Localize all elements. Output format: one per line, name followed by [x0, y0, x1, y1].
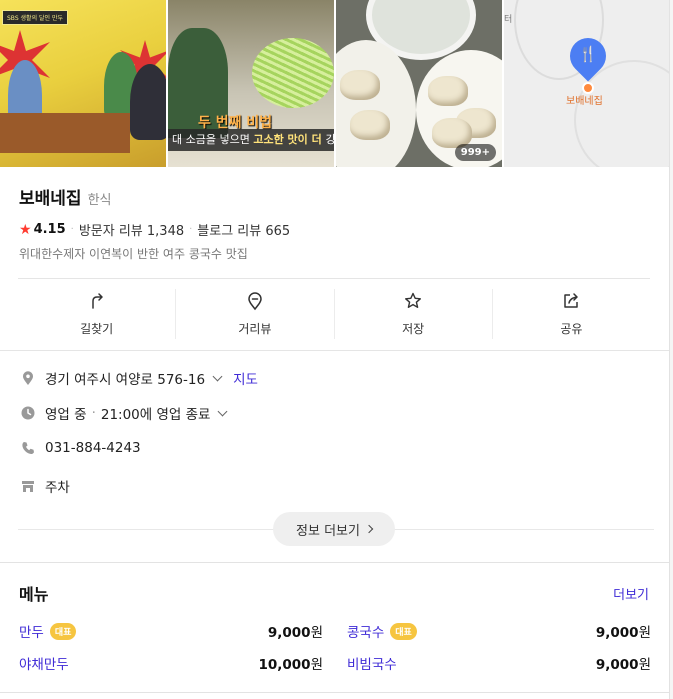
subtitle-highlight: 고소한 맛이 더 — [253, 133, 326, 146]
more-info-label: 정보 더보기 — [296, 523, 360, 539]
title-row: 보배네집 한식 — [19, 184, 111, 209]
clock-icon — [21, 406, 35, 420]
photo-count-badge[interactable]: 999+ — [454, 144, 496, 161]
rating-star-icon: ★ — [19, 221, 32, 238]
tv-show-tag: SBS 생활의 달인 만두 — [2, 10, 68, 25]
menu-item: 콩국수 대표 9,000원 — [347, 621, 651, 641]
map-pin[interactable]: 🍴 — [562, 30, 614, 82]
restaurant-icon: 🍴 — [578, 45, 598, 63]
plate — [336, 40, 416, 167]
place-category: 한식 — [87, 193, 112, 208]
menu-item-price: 9,000원 — [596, 653, 651, 673]
place-description: 위대한수제자 이연복이 반한 여주 콩국수 맛집 — [19, 247, 248, 261]
save-label: 저장 — [402, 322, 425, 336]
price-unit: 원 — [638, 625, 651, 641]
parking-text: 주차 — [45, 480, 70, 496]
map-edge-label: 터 — [504, 15, 513, 25]
signature-badge: 대표 — [390, 622, 417, 640]
divider — [18, 278, 650, 279]
dumpling — [350, 110, 390, 140]
address-text: 경기 여주시 여양로 576-16 — [45, 372, 206, 388]
open-status: 영업 중 — [45, 407, 87, 423]
menu-item-price: 9,000원 — [596, 621, 651, 641]
chevron-right-icon — [364, 524, 374, 534]
directions-label: 길찾기 — [80, 322, 114, 336]
street-view-icon — [248, 292, 262, 311]
photo-tv-show[interactable]: SBS 생활의 달인 만두 — [0, 0, 166, 167]
divider — [0, 692, 669, 693]
price-amount: 9,000 — [595, 625, 639, 641]
share-label: 공유 — [560, 322, 583, 336]
rating-value: 4.15 — [33, 222, 66, 237]
save-button[interactable]: 저장 — [333, 289, 492, 339]
menu-item: 비빔국수 9,000원 — [347, 653, 651, 673]
separator: · — [189, 224, 193, 235]
hours-row[interactable]: 영업 중 · 21:00에 영업 종료 — [20, 403, 228, 423]
place-panel: SBS 생활의 달인 만두 두 번째 비법 대 소금을 넣으면 고소한 맛이 더… — [0, 0, 670, 699]
price-amount: 9,000 — [595, 657, 639, 673]
chevron-down-icon[interactable] — [212, 371, 223, 381]
location-pin-icon — [23, 371, 33, 385]
menu-item-name[interactable]: 콩국수 — [347, 621, 384, 641]
action-bar: 길찾기 거리뷰 저장 공유 — [18, 289, 650, 339]
separator: · — [91, 405, 96, 421]
menu-item-name[interactable]: 만두 — [19, 621, 44, 641]
price-unit: 원 — [310, 657, 323, 673]
section-divider — [0, 562, 669, 563]
photo-dumplings[interactable]: 999+ — [336, 0, 502, 167]
menu-section-title: 메뉴 — [19, 585, 49, 604]
price-unit: 원 — [638, 657, 651, 673]
dumpling — [428, 76, 468, 106]
menu-item-name[interactable]: 야채만두 — [19, 653, 69, 673]
street-view-label: 거리뷰 — [238, 322, 272, 336]
menu-item-name[interactable]: 비빔국수 — [347, 653, 397, 673]
subtitle-part: 대 소금을 넣으면 — [172, 133, 254, 146]
directions-icon — [91, 293, 103, 309]
star-icon — [405, 292, 422, 308]
photo-strip: SBS 생활의 달인 만두 두 번째 비법 대 소금을 넣으면 고소한 맛이 더… — [0, 0, 669, 167]
blog-reviews-link[interactable]: 블로그 리뷰 665 — [197, 220, 290, 239]
parking-row: 주차 — [20, 476, 70, 496]
phone-icon — [22, 442, 34, 454]
more-info-button[interactable]: 정보 더보기 — [273, 512, 395, 546]
share-icon — [564, 293, 579, 308]
mini-map[interactable]: 터 🍴 보배네집 — [504, 0, 669, 167]
noodle-dish — [252, 38, 334, 108]
signature-badge: 대표 — [49, 622, 77, 640]
photo-noodles[interactable]: 두 번째 비법 대 소금을 넣으면 고소한 맛이 더 강 — [168, 0, 334, 167]
subtitle-part: 강 — [326, 133, 334, 146]
closing-time: 21:00에 영업 종료 — [100, 407, 211, 423]
street-view-button[interactable]: 거리뷰 — [175, 289, 333, 339]
phone-number[interactable]: 031-884-4243 — [45, 440, 141, 456]
price-unit: 원 — [310, 625, 323, 641]
map-link[interactable]: 지도 — [233, 368, 258, 388]
menu-item-price: 10,000원 — [258, 653, 323, 673]
phone-row: 031-884-4243 — [20, 440, 141, 456]
menu-item-price: 9,000원 — [268, 621, 323, 641]
dumpling — [340, 70, 380, 100]
person-figure — [130, 64, 166, 140]
divider — [0, 350, 669, 351]
menu-item: 야채만두 10,000원 — [19, 653, 323, 673]
menu-item: 만두 대표 9,000원 — [19, 621, 323, 641]
photo-subtitle: 대 소금을 넣으면 고소한 맛이 더 강 — [168, 129, 334, 151]
menu-more-link[interactable]: 더보기 — [613, 584, 649, 603]
price-amount: 10,000 — [258, 657, 311, 673]
price-amount: 9,000 — [267, 625, 311, 641]
directions-button[interactable]: 길찾기 — [18, 289, 175, 339]
map-pin-label: 보배네집 — [566, 96, 603, 107]
place-name: 보배네집 — [19, 189, 82, 209]
store-icon — [22, 481, 34, 492]
separator: · — [70, 224, 74, 235]
rating-row: ★ 4.15 · 방문자 리뷰 1,348 · 블로그 리뷰 665 — [19, 220, 290, 240]
share-button[interactable]: 공유 — [491, 289, 650, 339]
chevron-down-icon[interactable] — [218, 406, 228, 416]
address-row: 경기 여주시 여양로 576-16 지도 — [20, 368, 258, 388]
visitor-reviews-link[interactable]: 방문자 리뷰 1,348 — [79, 220, 184, 239]
table-decoration — [0, 113, 130, 153]
